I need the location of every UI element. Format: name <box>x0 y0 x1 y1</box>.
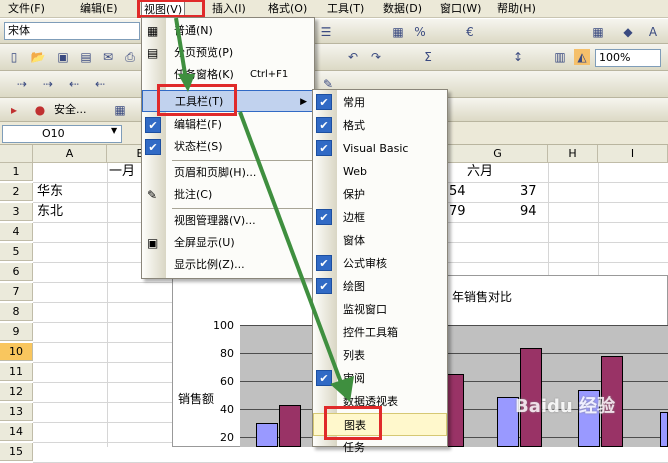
watermark: Baidu 经验 <box>515 396 616 417</box>
guide-arrow-line <box>238 111 345 389</box>
guide-arrows <box>174 17 354 402</box>
arrow-head-icon <box>178 74 195 92</box>
guide-arrow-line <box>174 17 188 81</box>
